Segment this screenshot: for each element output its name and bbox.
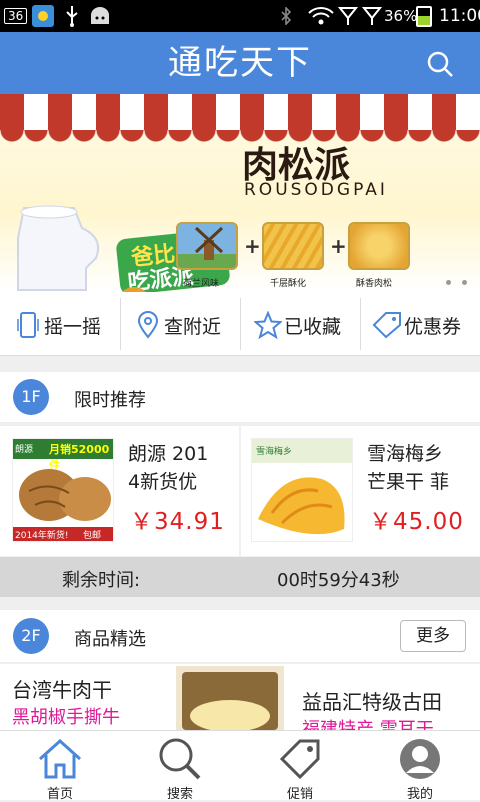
countdown-value: 00时59分43秒 xyxy=(277,570,400,591)
ingredient-image-pastry xyxy=(262,222,324,270)
weather-icon xyxy=(32,5,54,27)
banner-subtitle: ROUSODGPAI xyxy=(244,180,388,200)
phone-shake-icon xyxy=(17,312,39,338)
ingredient-image-floss xyxy=(348,222,410,270)
product-image-snowfungus xyxy=(176,666,284,730)
product-card[interactable]: 益品汇特级古田 福建特产 雪耳干 xyxy=(290,664,480,730)
promo-banner[interactable]: 爸比 吃派派 肉松派 ROUSODGPAI 荷兰风味 + 千层酥化 + 酥香肉松 xyxy=(0,94,480,292)
tab-search[interactable]: 搜索 xyxy=(120,731,240,802)
bottom-tab-bar: 首页 搜索 促销 我的 xyxy=(0,730,480,802)
countdown-bar: 剩余时间: 00时59分43秒 xyxy=(0,557,480,597)
bluetooth-icon xyxy=(281,7,292,25)
tab-promotions[interactable]: 促销 xyxy=(240,731,360,802)
search-icon[interactable] xyxy=(426,50,454,78)
battery-icon xyxy=(416,6,432,27)
android-icon xyxy=(91,7,109,24)
floor-badge: 1F xyxy=(13,379,49,415)
coupon-tag-icon xyxy=(372,312,401,339)
clock: 11:00 xyxy=(439,6,480,26)
featured-products: 台湾牛肉干 黑胡椒手撕牛 益品汇特级古田 福建特产 雪耳干 xyxy=(0,664,480,730)
favorites-button[interactable]: 已收藏 xyxy=(240,292,360,356)
more-button[interactable]: 更多 xyxy=(400,620,466,652)
product-card[interactable]: 朗源 月销52000件 2014年新货! 包邮 朗源 201 4新货优 ￥34.… xyxy=(0,426,239,556)
page-title: 通吃天下 xyxy=(168,43,312,83)
shake-button[interactable]: 摇一摇 xyxy=(0,292,120,356)
ingredient-label: 酥香肉松 xyxy=(356,279,393,289)
tab-home[interactable]: 首页 xyxy=(0,731,120,802)
milk-jug-image xyxy=(17,205,100,291)
nearby-button[interactable]: 查附近 xyxy=(120,292,240,356)
floor-badge: 2F xyxy=(13,618,49,654)
battery-percent: 36% xyxy=(384,7,418,25)
ingredient-label: 千层酥化 xyxy=(270,279,307,289)
signal-icon xyxy=(338,7,358,25)
section-title: 限时推荐 xyxy=(74,390,146,411)
product-price: ￥45.00 xyxy=(369,509,464,535)
product-subtitle: 黑胡椒手撕牛 xyxy=(12,707,120,728)
user-avatar-icon xyxy=(400,739,440,779)
notification-badge: 36 xyxy=(4,8,28,24)
product-name: 4新货优 xyxy=(128,471,198,493)
tab-profile[interactable]: 我的 xyxy=(360,731,480,802)
star-icon xyxy=(254,311,282,339)
location-pin-icon xyxy=(137,311,159,339)
wifi-icon xyxy=(308,7,334,25)
countdown-label: 剩余时间: xyxy=(62,570,141,591)
signal-icon xyxy=(362,7,382,25)
section-title: 商品精选 xyxy=(74,629,146,650)
carousel-dot[interactable] xyxy=(462,280,467,285)
ingredient-image-windmill xyxy=(176,222,238,270)
product-price: ￥34.91 xyxy=(130,509,225,535)
ingredient-label: 荷兰风味 xyxy=(183,279,220,289)
status-bar: 36 36% 11:00 xyxy=(0,0,480,32)
product-subtitle: 福建特产 雪耳干 xyxy=(302,719,434,730)
product-image-mango: 雪海梅乡 xyxy=(251,438,353,542)
product-name: 益品汇特级古田 xyxy=(302,690,442,714)
product-card[interactable]: 雪海梅乡 雪海梅乡 芒果干 菲 ￥45.00 xyxy=(241,426,480,556)
home-icon xyxy=(38,738,82,779)
product-name: 芒果干 菲 xyxy=(367,471,450,493)
coupons-button[interactable]: 优惠券 xyxy=(360,292,480,356)
quick-actions: 摇一摇 查附近 已收藏 优惠券 xyxy=(0,292,480,356)
product-name: 台湾牛肉干 xyxy=(12,678,112,702)
section-header-limited: 1F 限时推荐 xyxy=(0,372,480,422)
app-header: 通吃天下 xyxy=(0,32,480,94)
product-image-walnut: 朗源 月销52000件 2014年新货! 包邮 xyxy=(12,438,114,542)
price-tag-icon xyxy=(279,739,320,780)
usb-icon xyxy=(66,6,78,27)
carousel-dot[interactable] xyxy=(446,280,451,285)
awning-decoration xyxy=(0,94,480,130)
product-name: 朗源 201 xyxy=(128,443,209,465)
mascot-image xyxy=(121,287,147,292)
product-name: 雪海梅乡 xyxy=(367,443,444,465)
section-header-featured: 2F 商品精选 更多 xyxy=(0,610,480,662)
search-icon xyxy=(159,738,201,780)
